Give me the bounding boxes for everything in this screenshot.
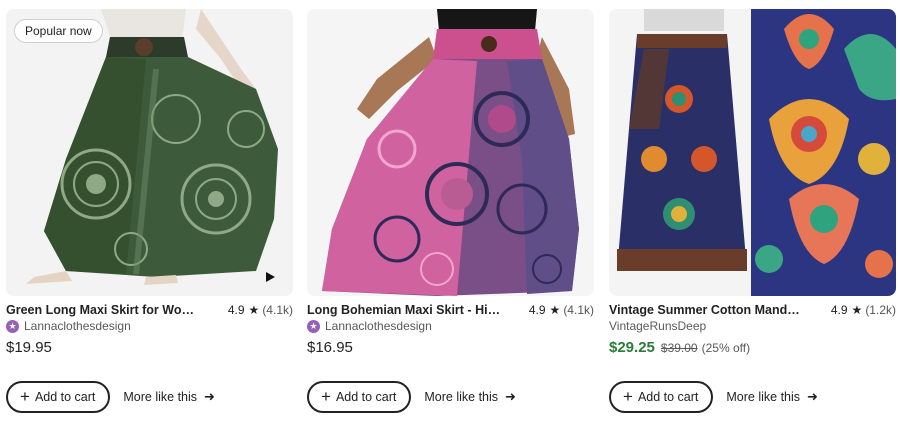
shop-name: Lannaclothesdesign	[24, 319, 131, 333]
add-to-cart-button[interactable]: + Add to cart	[609, 381, 714, 413]
star-icon: ★	[248, 303, 260, 317]
more-like-this-label: More like this	[726, 390, 801, 404]
rating-value: 4.9	[528, 303, 546, 317]
price-row: $29.25 $39.00 (25% off)	[609, 339, 750, 356]
shop-name-row: ★ Lannaclothesdesign	[307, 318, 432, 334]
sale-price: $29.25	[609, 339, 655, 356]
listing-image-2[interactable]	[307, 9, 594, 296]
listing-title[interactable]: Green Long Maxi Skirt for Wome...	[6, 303, 228, 317]
more-like-this-link[interactable]: More like this ➜	[726, 389, 818, 405]
shop-name: VintageRunsDeep	[609, 319, 707, 333]
add-to-cart-button[interactable]: + Add to cart	[6, 381, 111, 413]
listing-card-3[interactable]: Vintage Summer Cotton Mandal... 4.9 ★ (1…	[609, 9, 896, 419]
add-to-cart-button[interactable]: + Add to cart	[307, 381, 412, 413]
shop-name-row: VintageRunsDeep	[609, 318, 706, 334]
listing-title[interactable]: Vintage Summer Cotton Mandal...	[609, 303, 831, 317]
green-skirt-photo	[6, 9, 293, 296]
shop-name: Lannaclothesdesign	[325, 319, 432, 333]
add-to-cart-label: Add to cart	[335, 390, 397, 404]
shop-name-row: ★ Lannaclothesdesign	[6, 318, 131, 334]
plus-icon: +	[321, 387, 331, 406]
listing-card-2[interactable]: Long Bohemian Maxi Skirt - Hipp... 4.9 ★…	[307, 9, 594, 419]
discount-label: (25% off)	[701, 341, 751, 355]
listing-title[interactable]: Long Bohemian Maxi Skirt - Hipp...	[307, 303, 529, 317]
price: $16.95	[307, 339, 353, 356]
add-to-cart-label: Add to cart	[637, 390, 699, 404]
add-to-cart-label: Add to cart	[34, 390, 96, 404]
review-count: (4.1k)	[262, 303, 293, 317]
review-count: (4.1k)	[563, 303, 594, 317]
listing-image-3[interactable]	[609, 9, 896, 296]
review-count: (1.2k)	[865, 303, 896, 317]
arrow-right-icon: ➜	[505, 389, 516, 404]
rating-value: 4.9	[227, 303, 245, 317]
price-row: $19.95	[6, 339, 52, 356]
rating-value: 4.9	[830, 303, 848, 317]
more-like-this-link[interactable]: More like this ➜	[123, 389, 215, 405]
arrow-right-icon: ➜	[807, 389, 818, 404]
price-row: $16.95	[307, 339, 353, 356]
more-like-this-label: More like this	[123, 390, 198, 404]
pink-skirt-photo	[307, 9, 594, 296]
star-seller-icon: ★	[307, 319, 320, 333]
rating: 4.9 ★ (4.1k)	[228, 303, 293, 317]
popular-now-badge: Popular now	[14, 19, 103, 43]
rating: 4.9 ★ (4.1k)	[529, 303, 594, 317]
mandala-skirt-photo	[609, 9, 896, 296]
plus-icon: +	[20, 387, 30, 406]
star-icon: ★	[851, 303, 863, 317]
listing-card-1[interactable]: Popular now Green Long Maxi Skirt for Wo…	[6, 9, 293, 419]
star-seller-icon: ★	[6, 319, 19, 333]
plus-icon: +	[623, 387, 633, 406]
price: $19.95	[6, 339, 52, 356]
video-play-icon[interactable]	[266, 272, 275, 282]
star-icon: ★	[549, 303, 561, 317]
more-like-this-link[interactable]: More like this ➜	[424, 389, 516, 405]
original-price: $39.00	[660, 341, 698, 355]
listing-image-1[interactable]: Popular now	[6, 9, 293, 296]
rating: 4.9 ★ (1.2k)	[831, 303, 896, 317]
arrow-right-icon: ➜	[204, 389, 215, 404]
more-like-this-label: More like this	[424, 390, 499, 404]
